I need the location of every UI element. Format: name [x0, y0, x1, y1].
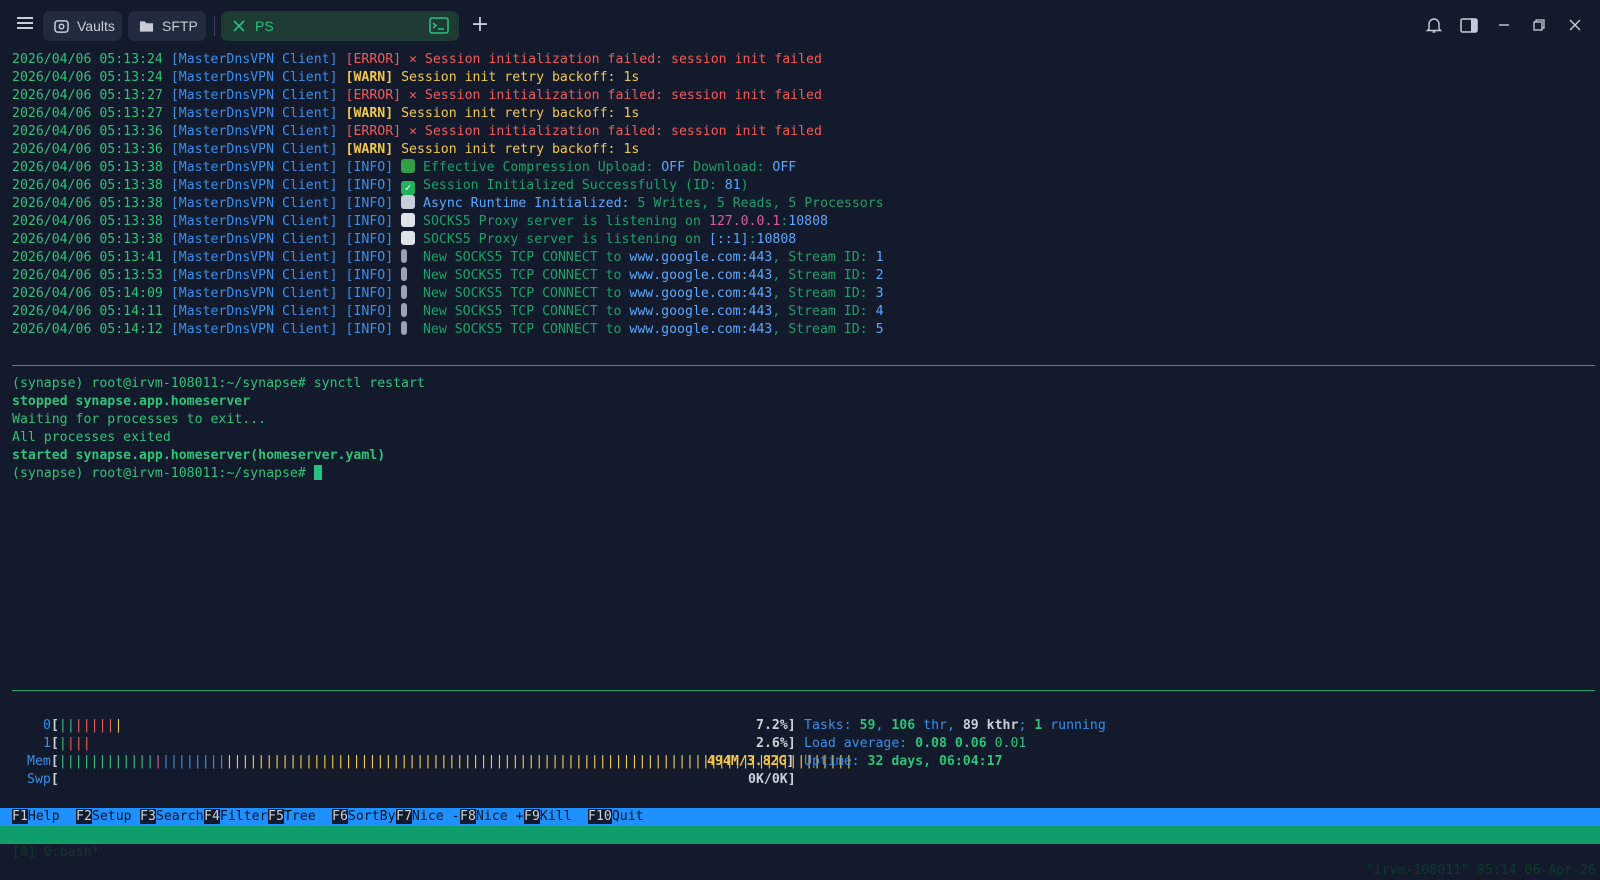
load-average-stat: Load average: 0.08 0.06 0.01: [804, 736, 1027, 751]
shell-output: stopped synapse.app.homeserver: [12, 394, 251, 409]
puzzle-icon: [401, 159, 416, 173]
plug-icon: [401, 321, 408, 335]
minimize-icon[interactable]: [1494, 15, 1514, 35]
log-line: 2026/04/06 05:14:12 [MasterDnsVPN Client…: [12, 321, 884, 337]
log-line: 2026/04/06 05:13:38 [MasterDnsVPN Client…: [12, 178, 749, 195]
restore-icon[interactable]: [1529, 15, 1549, 35]
log-line: 2026/04/06 05:13:38 [MasterDnsVPN Client…: [12, 231, 797, 247]
cpu1-meter: 1[||||: [43, 736, 91, 751]
folder-icon: [138, 18, 154, 34]
tab-sftp[interactable]: SFTP: [128, 11, 206, 41]
log-line: 2026/04/06 05:13:24 [MasterDnsVPN Client…: [12, 70, 640, 85]
bell-icon[interactable]: [1424, 15, 1444, 35]
sidebar-toggle-icon[interactable]: [1459, 15, 1479, 35]
plug-icon: [401, 285, 408, 299]
plug-icon: [401, 267, 408, 281]
log-line: 2026/04/06 05:13:38 [MasterDnsVPN Client…: [12, 159, 797, 175]
shell-output: All processes exited: [12, 430, 171, 445]
log-line: 2026/04/06 05:13:41 [MasterDnsVPN Client…: [12, 249, 884, 265]
log-line: 2026/04/06 05:13:53 [MasterDnsVPN Client…: [12, 267, 884, 283]
fkey-kill[interactable]: F9Kill: [524, 808, 588, 826]
fkey-quit[interactable]: F10Quit: [588, 808, 644, 826]
log-line: 2026/04/06 05:13:36 [MasterDnsVPN Client…: [12, 124, 822, 139]
uptime-stat: Uptime: 32 days, 06:04:17: [804, 754, 1003, 769]
tab-ps[interactable]: PS: [221, 11, 459, 41]
close-icon[interactable]: [231, 18, 247, 34]
cross-icon: ✕: [409, 88, 417, 103]
swap-meter: Swp[: [27, 772, 59, 787]
mem-value: 494M/3.82G]: [707, 754, 795, 769]
cpu0-percent: 7.2%]: [756, 718, 796, 733]
cpu0-meter: 0[||||||||: [43, 718, 123, 733]
swap-value: 0K/0K]: [748, 772, 796, 787]
cpu1-percent: 2.6%]: [756, 736, 796, 751]
cross-icon: ✕: [409, 52, 417, 67]
tmux-status-bar: [0] 0:bash* "irvm-108011" 05:14 06-Apr-2…: [0, 826, 1600, 878]
tmux-status-right: "irvm-108011" 05:14 06-Apr-26: [1365, 863, 1596, 878]
log-line: 2026/04/06 05:13:27 [MasterDnsVPN Client…: [12, 88, 822, 103]
fkey-nice-plus[interactable]: F8Nice +: [460, 808, 524, 826]
shell-output: Waiting for processes to exit...: [12, 412, 267, 427]
shell-command-line: (synapse) root@irvm-108011:~/synapse# sy…: [12, 376, 425, 391]
function-key-bar: F1Help F2Setup F3Search F4Filter F5Tree …: [0, 808, 1600, 826]
log-line: 2026/04/06 05:13:38 [MasterDnsVPN Client…: [12, 195, 884, 211]
new-tab-button[interactable]: +: [469, 13, 491, 37]
fkey-sortby[interactable]: F6SortBy: [332, 808, 396, 826]
log-line: 2026/04/06 05:14:09 [MasterDnsVPN Client…: [12, 285, 884, 301]
log-line: 2026/04/06 05:13:27 [MasterDnsVPN Client…: [12, 106, 640, 121]
log-line: 2026/04/06 05:14:11 [MasterDnsVPN Client…: [12, 303, 884, 319]
vault-icon: [53, 18, 69, 34]
tab-label: SFTP: [162, 18, 198, 34]
rocket-icon: [401, 231, 416, 245]
shell-prompt[interactable]: (synapse) root@irvm-108011:~/synapse#: [12, 465, 322, 483]
log-line: 2026/04/06 05:13:38 [MasterDnsVPN Client…: [12, 213, 828, 229]
satellite-icon: [401, 195, 416, 209]
fkey-search[interactable]: F3Search: [140, 808, 204, 826]
text-cursor: [313, 465, 322, 480]
plug-icon: [401, 303, 408, 317]
fkey-filter[interactable]: F4Filter: [204, 808, 268, 826]
close-window-icon[interactable]: [1565, 15, 1585, 35]
log-line: 2026/04/06 05:13:36 [MasterDnsVPN Client…: [12, 142, 640, 157]
fkey-tree[interactable]: F5Tree: [268, 808, 332, 826]
title-bar: Vaults SFTP PS +: [0, 0, 1600, 52]
plug-icon: [401, 249, 408, 263]
fkey-help[interactable]: F1Help: [12, 808, 76, 826]
check-icon: ✓: [401, 181, 416, 195]
pane-divider: [12, 690, 1595, 691]
tasks-stat: Tasks: 59, 106 thr, 89 kthr; 1 running: [804, 718, 1106, 733]
tab-label: PS: [255, 18, 274, 34]
tab-divider: [214, 16, 215, 36]
tab-vaults[interactable]: Vaults: [43, 11, 122, 41]
tmux-window-list[interactable]: [0] 0:bash*: [12, 844, 99, 862]
fkey-nice-minus[interactable]: F7Nice -: [396, 808, 460, 826]
fkey-setup[interactable]: F2Setup: [76, 808, 140, 826]
pane-divider: [12, 365, 1595, 366]
rocket-icon: [401, 213, 416, 227]
terminal-icon: [429, 17, 449, 37]
menu-icon[interactable]: [14, 14, 36, 36]
tab-label: Vaults: [77, 18, 115, 34]
cross-icon: ✕: [409, 124, 417, 139]
log-line: 2026/04/06 05:13:24 [MasterDnsVPN Client…: [12, 52, 822, 67]
shell-output: started synapse.app.homeserver(homeserve…: [12, 448, 386, 463]
